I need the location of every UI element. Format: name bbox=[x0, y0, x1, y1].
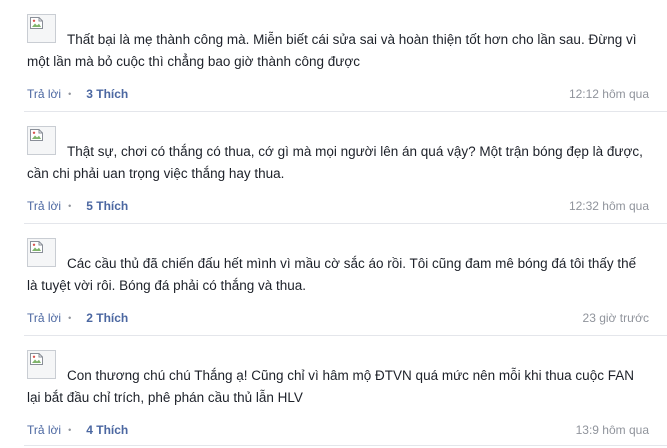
separator-dot: • bbox=[68, 201, 72, 211]
comment-text: Thất bại là mẹ thành công mà. Miễn biết … bbox=[27, 32, 637, 69]
comment-meta: Trả lời • 4 Thích 13:9 hôm qua bbox=[27, 422, 649, 438]
like-count-link[interactable]: 3 Thích bbox=[86, 86, 128, 102]
reply-link[interactable]: Trả lời bbox=[27, 86, 61, 102]
separator-dot: • bbox=[68, 313, 72, 323]
broken-image-icon bbox=[30, 241, 43, 253]
broken-image-icon bbox=[30, 353, 43, 365]
comment-meta: Trả lời • 2 Thích 23 giờ trước bbox=[27, 310, 649, 326]
separator-dot: • bbox=[68, 425, 72, 435]
like-count-link[interactable]: 2 Thích bbox=[86, 310, 128, 326]
reply-link[interactable]: Trả lời bbox=[27, 310, 61, 326]
comment-item: Thật sự, chơi có thắng có thua, cớ gì mà… bbox=[0, 112, 667, 224]
divider bbox=[24, 445, 667, 446]
timestamp: 23 giờ trước bbox=[582, 311, 649, 325]
reply-link[interactable]: Trả lời bbox=[27, 198, 61, 214]
comment-meta: Trả lời • 3 Thích 12:12 hôm qua bbox=[27, 86, 649, 102]
comment-item: Thất bại là mẹ thành công mà. Miễn biết … bbox=[0, 0, 667, 112]
timestamp: 12:32 hôm qua bbox=[568, 199, 649, 213]
comment-text: Con thương chú chú Thắng ạ! Cũng chỉ vì … bbox=[27, 368, 634, 405]
separator-dot: • bbox=[68, 89, 72, 99]
comment-text: Các cầu thủ đã chiến đấu hết mình vì mầu… bbox=[27, 256, 637, 293]
like-count-link[interactable]: 5 Thích bbox=[86, 198, 128, 214]
comment-item: Con thương chú chú Thắng ạ! Cũng chỉ vì … bbox=[0, 336, 667, 448]
reply-link[interactable]: Trả lời bbox=[27, 422, 61, 438]
broken-image-icon bbox=[30, 17, 43, 29]
comment-meta: Trả lời • 5 Thích 12:32 hôm qua bbox=[27, 198, 649, 214]
comment-text: Thật sự, chơi có thắng có thua, cớ gì mà… bbox=[27, 144, 643, 181]
comment-item: Các cầu thủ đã chiến đấu hết mình vì mầu… bbox=[0, 224, 667, 336]
timestamp: 13:9 hôm qua bbox=[575, 423, 649, 437]
like-count-link[interactable]: 4 Thích bbox=[86, 422, 128, 438]
broken-image-icon bbox=[30, 129, 43, 141]
timestamp: 12:12 hôm qua bbox=[568, 87, 649, 101]
